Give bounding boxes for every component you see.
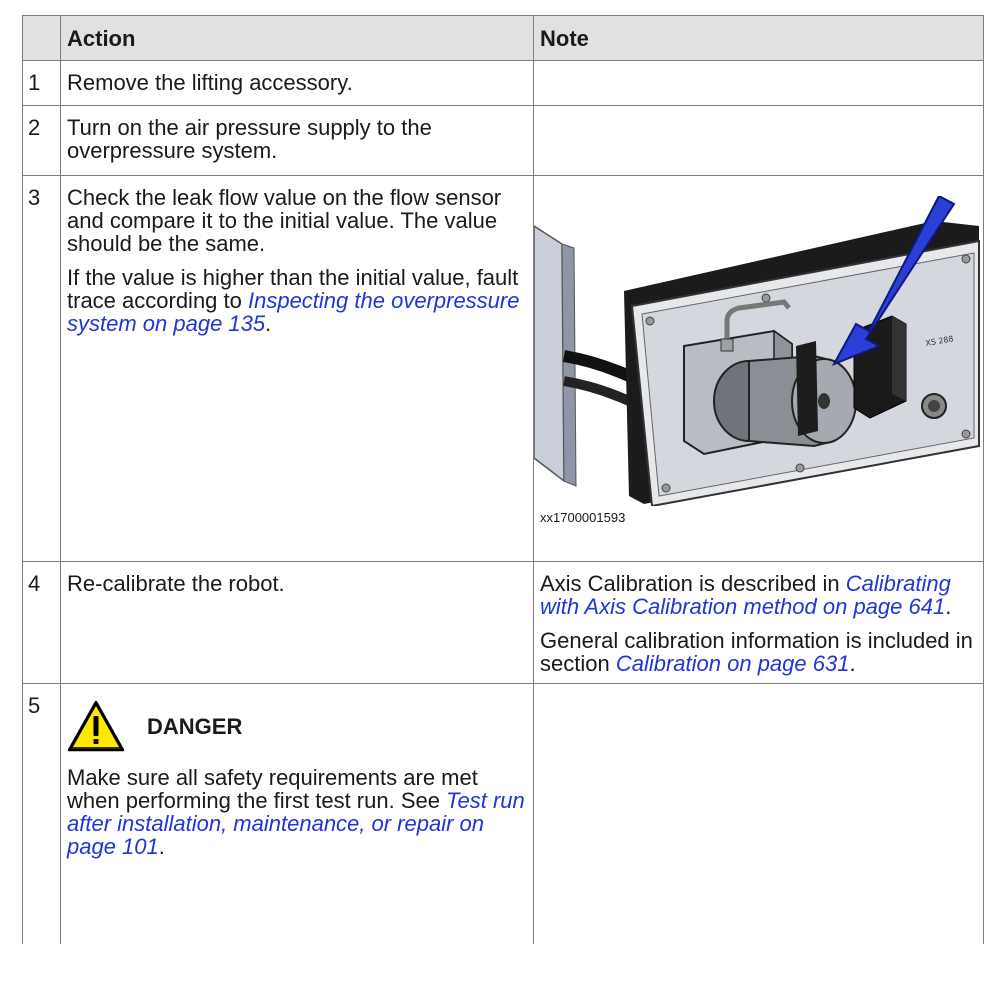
flow-sensor-figure: XS 288 [534, 196, 983, 506]
step-number: 4 [22, 561, 61, 684]
action-text: Re-calibrate the robot. [67, 571, 285, 596]
action-text: Turn on the air pressure supply to the o… [67, 115, 432, 163]
step-number: 3 [22, 175, 61, 562]
action-cell: Turn on the air pressure supply to the o… [60, 105, 534, 176]
step-number: 2 [22, 105, 61, 176]
link-calibration[interactable]: Calibration on page 631 [616, 651, 850, 676]
table-row: 4 Re-calibrate the robot. Axis Calibrati… [22, 561, 984, 684]
step-number: 1 [22, 60, 61, 106]
figure-caption: xx1700001593 [540, 510, 626, 525]
note-text-axis-calibration: Axis Calibration is described in Calibra… [540, 571, 952, 619]
danger-title: DANGER [147, 713, 243, 739]
flow-sensor-illustration: XS 288 [534, 196, 980, 506]
table-row: 1 Remove the lifting accessory. [22, 60, 984, 106]
table-header-row: Action Note [22, 15, 984, 61]
note-cell [533, 60, 984, 106]
action-cell: DANGER Make sure all safety requirements… [60, 683, 534, 944]
table-row: 5 DANGER Make sure all safety requiremen… [22, 683, 984, 944]
action-text: Remove the lifting accessory. [67, 70, 353, 95]
note-cell [533, 105, 984, 176]
header-action: Action [60, 15, 534, 61]
action-text: Check the leak flow value on the flow se… [67, 185, 502, 256]
procedure-table: Action Note 1 Remove the lifting accesso… [22, 15, 984, 944]
table-row: 3 Check the leak flow value on the flow … [22, 175, 984, 562]
step-number: 5 [22, 683, 61, 944]
danger-notice: DANGER [67, 700, 527, 752]
action-cell: Remove the lifting accessory. [60, 60, 534, 106]
warning-triangle-icon [67, 700, 125, 752]
note-cell [533, 683, 984, 944]
note-cell: XS 288 xx1700001593 [533, 175, 984, 562]
action-text-fault-trace: If the value is higher than the initial … [67, 265, 520, 336]
note-cell: Axis Calibration is described in Calibra… [533, 561, 984, 684]
header-note: Note [533, 15, 984, 61]
action-cell: Re-calibrate the robot. [60, 561, 534, 684]
action-cell: Check the leak flow value on the flow se… [60, 175, 534, 562]
header-num [22, 15, 61, 61]
table-row: 2 Turn on the air pressure supply to the… [22, 105, 984, 176]
note-text-general-calibration: General calibration information is inclu… [540, 628, 973, 676]
danger-text: Make sure all safety requirements are me… [67, 765, 525, 859]
